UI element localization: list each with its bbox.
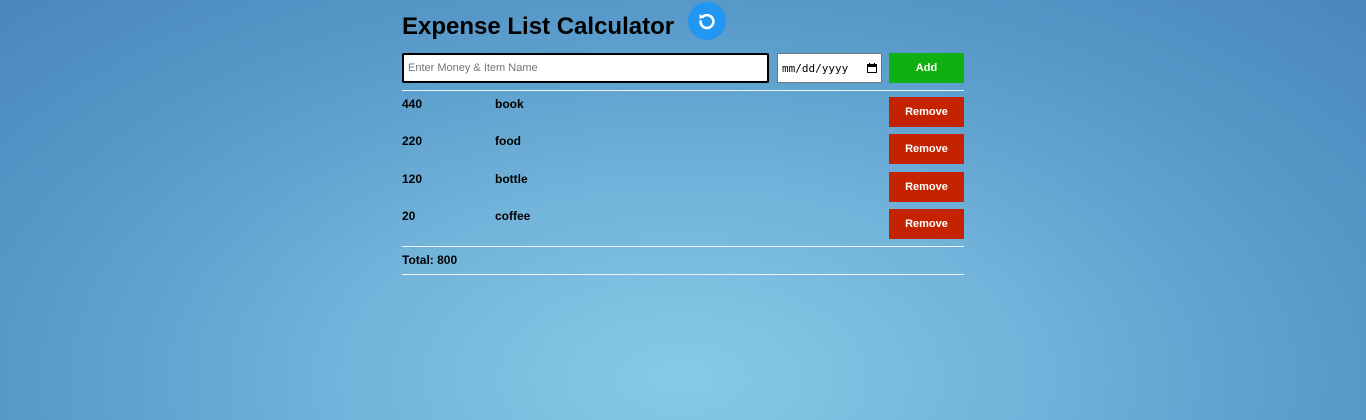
calendar-icon[interactable]	[867, 63, 877, 73]
expense-row: 20 coffee Remove	[402, 209, 964, 239]
expense-row: 120 bottle Remove	[402, 172, 964, 202]
expense-name: book	[495, 97, 524, 111]
money-item-input[interactable]	[402, 53, 769, 83]
refresh-icon	[699, 13, 715, 30]
expense-amount: 120	[402, 172, 423, 186]
expense-row: 220 food Remove	[402, 134, 964, 164]
page-title: Expense List Calculator	[402, 13, 675, 40]
divider	[402, 246, 964, 247]
add-button[interactable]: Add	[889, 53, 964, 83]
date-placeholder: mm/dd/yyyy	[782, 61, 849, 75]
expense-amount: 20	[402, 209, 416, 223]
expense-name: coffee	[495, 209, 531, 223]
remove-button[interactable]: Remove	[889, 97, 964, 127]
expense-name: food	[495, 134, 521, 148]
remove-button[interactable]: Remove	[889, 209, 964, 239]
total-label: Total: 800	[402, 253, 458, 267]
date-input[interactable]: mm/dd/yyyy	[777, 53, 882, 83]
divider	[402, 90, 964, 91]
expense-amount: 440	[402, 97, 423, 111]
expense-row: 440 book Remove	[402, 97, 964, 127]
remove-button[interactable]: Remove	[889, 134, 964, 164]
expense-name: bottle	[495, 172, 528, 186]
header: Expense List Calculator	[402, 0, 964, 48]
expense-app: Expense List Calculator mm/dd/yyyy Add 4…	[402, 0, 964, 275]
remove-button[interactable]: Remove	[889, 172, 964, 202]
expense-amount: 220	[402, 134, 423, 148]
reset-button[interactable]	[688, 2, 726, 40]
divider	[402, 274, 964, 275]
expense-form: mm/dd/yyyy Add	[402, 53, 964, 83]
